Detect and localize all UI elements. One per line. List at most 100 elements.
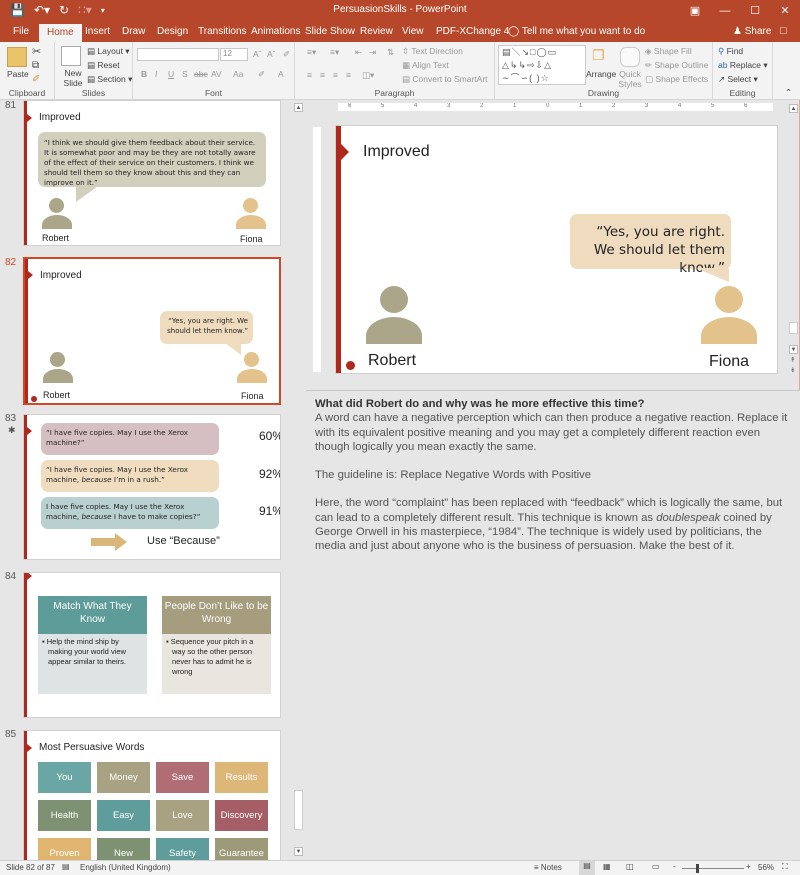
increase-indent-icon[interactable]: ⇥ [369, 47, 376, 58]
highlight-icon[interactable]: ✐ [258, 69, 265, 80]
scroll-thumb[interactable] [789, 322, 798, 334]
tab-insert[interactable]: Insert [85, 26, 110, 37]
justify-icon[interactable]: ≡ [346, 70, 351, 80]
comments-icon[interactable]: □ [780, 25, 787, 37]
decrease-indent-icon[interactable]: ⇤ [355, 47, 362, 58]
clear-formatting-icon[interactable]: ✐ [283, 49, 290, 60]
editor-scrollbar[interactable]: ▲ ▼ ↟ ↡ [788, 100, 799, 390]
robert-label[interactable]: Robert [368, 352, 416, 370]
align-text-button[interactable]: ▦ Align Text [402, 60, 449, 71]
slide-sorter-icon[interactable]: ▦ [603, 862, 611, 871]
scroll-thumb[interactable] [294, 790, 303, 830]
tab-transitions[interactable]: Transitions [198, 26, 247, 37]
tab-pdf-xchange[interactable]: PDF-XChange 4 [436, 26, 509, 37]
minimize-button[interactable]: — [710, 0, 740, 22]
underline-button[interactable]: U [168, 69, 174, 79]
scroll-up-button[interactable]: ▲ [789, 104, 798, 113]
strikethrough-button[interactable]: abc [194, 69, 208, 79]
cut-icon[interactable]: ✂ [32, 45, 41, 58]
shapes-gallery[interactable]: ▤＼↘□◯▭ △↳↳⇨⇩△ ∼⌒∽( )☆ [498, 45, 586, 85]
slide-thumbnail-84[interactable]: Match What They Know ▪ Help the mind shi… [23, 572, 281, 718]
collapse-ribbon-icon[interactable]: ⌃ [785, 87, 792, 98]
numbering-icon[interactable]: ≡▾ [330, 47, 339, 58]
font-name-input[interactable] [137, 48, 219, 61]
font-color-icon[interactable]: A [278, 69, 284, 79]
tab-slide-show[interactable]: Slide Show [305, 26, 355, 37]
align-center-icon[interactable]: ≡ [320, 70, 325, 80]
maximize-button[interactable]: ☐ [740, 0, 770, 22]
fit-to-window-icon[interactable]: ⛶ [782, 862, 788, 872]
increase-font-icon[interactable]: Aˆ [253, 49, 262, 59]
previous-slide-icon[interactable]: ↟ [790, 356, 796, 364]
font-size-input[interactable]: 12 [220, 48, 248, 61]
paste-button[interactable]: Paste [7, 69, 29, 79]
bold-button[interactable]: B [141, 69, 147, 79]
new-slide-icon[interactable] [61, 46, 81, 66]
shape-outline-button[interactable]: ✏ Shape Outline [645, 60, 708, 71]
zoom-level[interactable]: 56% [758, 863, 774, 872]
replace-button[interactable]: ab Replace ▾ [718, 60, 768, 71]
slide-thumbnail-83[interactable]: “I have five copies. May I use the Xerox… [23, 414, 281, 560]
slide-title[interactable]: Improved [363, 143, 430, 161]
slide-thumbnail-81[interactable]: Improved “I think we should give them fe… [23, 100, 281, 246]
tab-design[interactable]: Design [157, 26, 188, 37]
reset-button[interactable]: ▤ Reset [87, 60, 120, 71]
tab-draw[interactable]: Draw [122, 26, 145, 37]
quick-styles-button[interactable]: Quick Styles [617, 69, 643, 89]
slide-thumbnail-85[interactable]: Most Persuasive Words You Money Save Result… [23, 730, 281, 860]
zoom-slider-handle[interactable] [696, 864, 699, 873]
arrange-icon[interactable]: ❐ [592, 47, 605, 64]
italic-button[interactable]: I [155, 69, 157, 79]
zoom-out-button[interactable]: - [673, 862, 676, 871]
notes-toggle[interactable]: ≡ Notes [534, 863, 562, 872]
tab-home[interactable]: Home [39, 24, 82, 42]
scroll-down-button[interactable]: ▼ [294, 847, 303, 856]
shadow-button[interactable]: S [182, 69, 188, 79]
ribbon-display-options-icon[interactable]: ▣ [680, 0, 710, 22]
current-slide[interactable]: Improved “Yes, you are right. We should … [335, 125, 778, 374]
align-right-icon[interactable]: ≡ [333, 70, 338, 80]
arrange-button[interactable]: Arrange [586, 69, 616, 79]
convert-smartart-button[interactable]: ▤ Convert to SmartArt [402, 74, 488, 85]
zoom-in-button[interactable]: + [746, 862, 751, 871]
share-button[interactable]: ♟ Share [733, 26, 771, 37]
layout-button[interactable]: ▤ Layout ▾ [87, 46, 130, 57]
quick-styles-icon[interactable] [620, 47, 640, 67]
character-spacing-button[interactable]: AV [211, 69, 222, 79]
language-indicator[interactable]: English (United Kingdom) [80, 863, 171, 872]
bullets-icon[interactable]: ≡▾ [307, 47, 316, 58]
line-spacing-icon[interactable]: ⇅ [387, 47, 394, 58]
paste-icon[interactable] [7, 47, 27, 67]
tab-animations[interactable]: Animations [251, 26, 300, 37]
spell-check-icon[interactable]: ▤ [62, 862, 70, 871]
fiona-label[interactable]: Fiona [709, 353, 749, 371]
change-case-button[interactable]: Aa [233, 69, 243, 79]
slide-thumbnail-82[interactable]: Improved “Yes, you are right. We should … [23, 257, 281, 405]
columns-icon[interactable]: ◫▾ [362, 70, 374, 81]
select-button[interactable]: ↗ Select ▾ [718, 74, 758, 85]
thumbnail-scrollbar[interactable]: ▲ ▼ [293, 100, 305, 860]
notes-pane[interactable]: What did Robert do and why was he more e… [306, 390, 800, 860]
text-direction-button[interactable]: ⇳ Text Direction [402, 46, 463, 57]
scroll-up-button[interactable]: ▲ [294, 103, 303, 112]
reading-view-icon[interactable]: ◫ [626, 862, 634, 871]
next-slide-icon[interactable]: ↡ [790, 366, 796, 374]
decrease-font-icon[interactable]: Aˇ [267, 49, 276, 59]
find-button[interactable]: ⚲ Find [718, 46, 743, 57]
section-button[interactable]: ▤ Section ▾ [87, 74, 132, 85]
tab-review[interactable]: Review [360, 26, 393, 37]
tell-me-search[interactable]: ◯ Tell me what you want to do [508, 26, 645, 37]
tab-view[interactable]: View [402, 26, 424, 37]
shape-fill-button[interactable]: ◈ Shape Fill [645, 46, 692, 57]
close-button[interactable]: ✕ [770, 0, 800, 22]
format-painter-icon[interactable]: ✐ [32, 74, 40, 85]
zoom-slider[interactable] [682, 868, 744, 869]
shape-effects-button[interactable]: ▢ Shape Effects [645, 74, 708, 85]
tab-file[interactable]: File [13, 26, 29, 37]
slideshow-icon[interactable]: ▭ [652, 862, 660, 871]
align-left-icon[interactable]: ≡ [307, 70, 312, 80]
fiona-speech-bubble[interactable]: “Yes, you are right. We should let them … [570, 214, 731, 276]
new-slide-button[interactable]: New Slide [60, 68, 86, 88]
scroll-down-button[interactable]: ▼ [789, 345, 798, 354]
normal-view-icon[interactable]: ▤ [579, 861, 595, 875]
